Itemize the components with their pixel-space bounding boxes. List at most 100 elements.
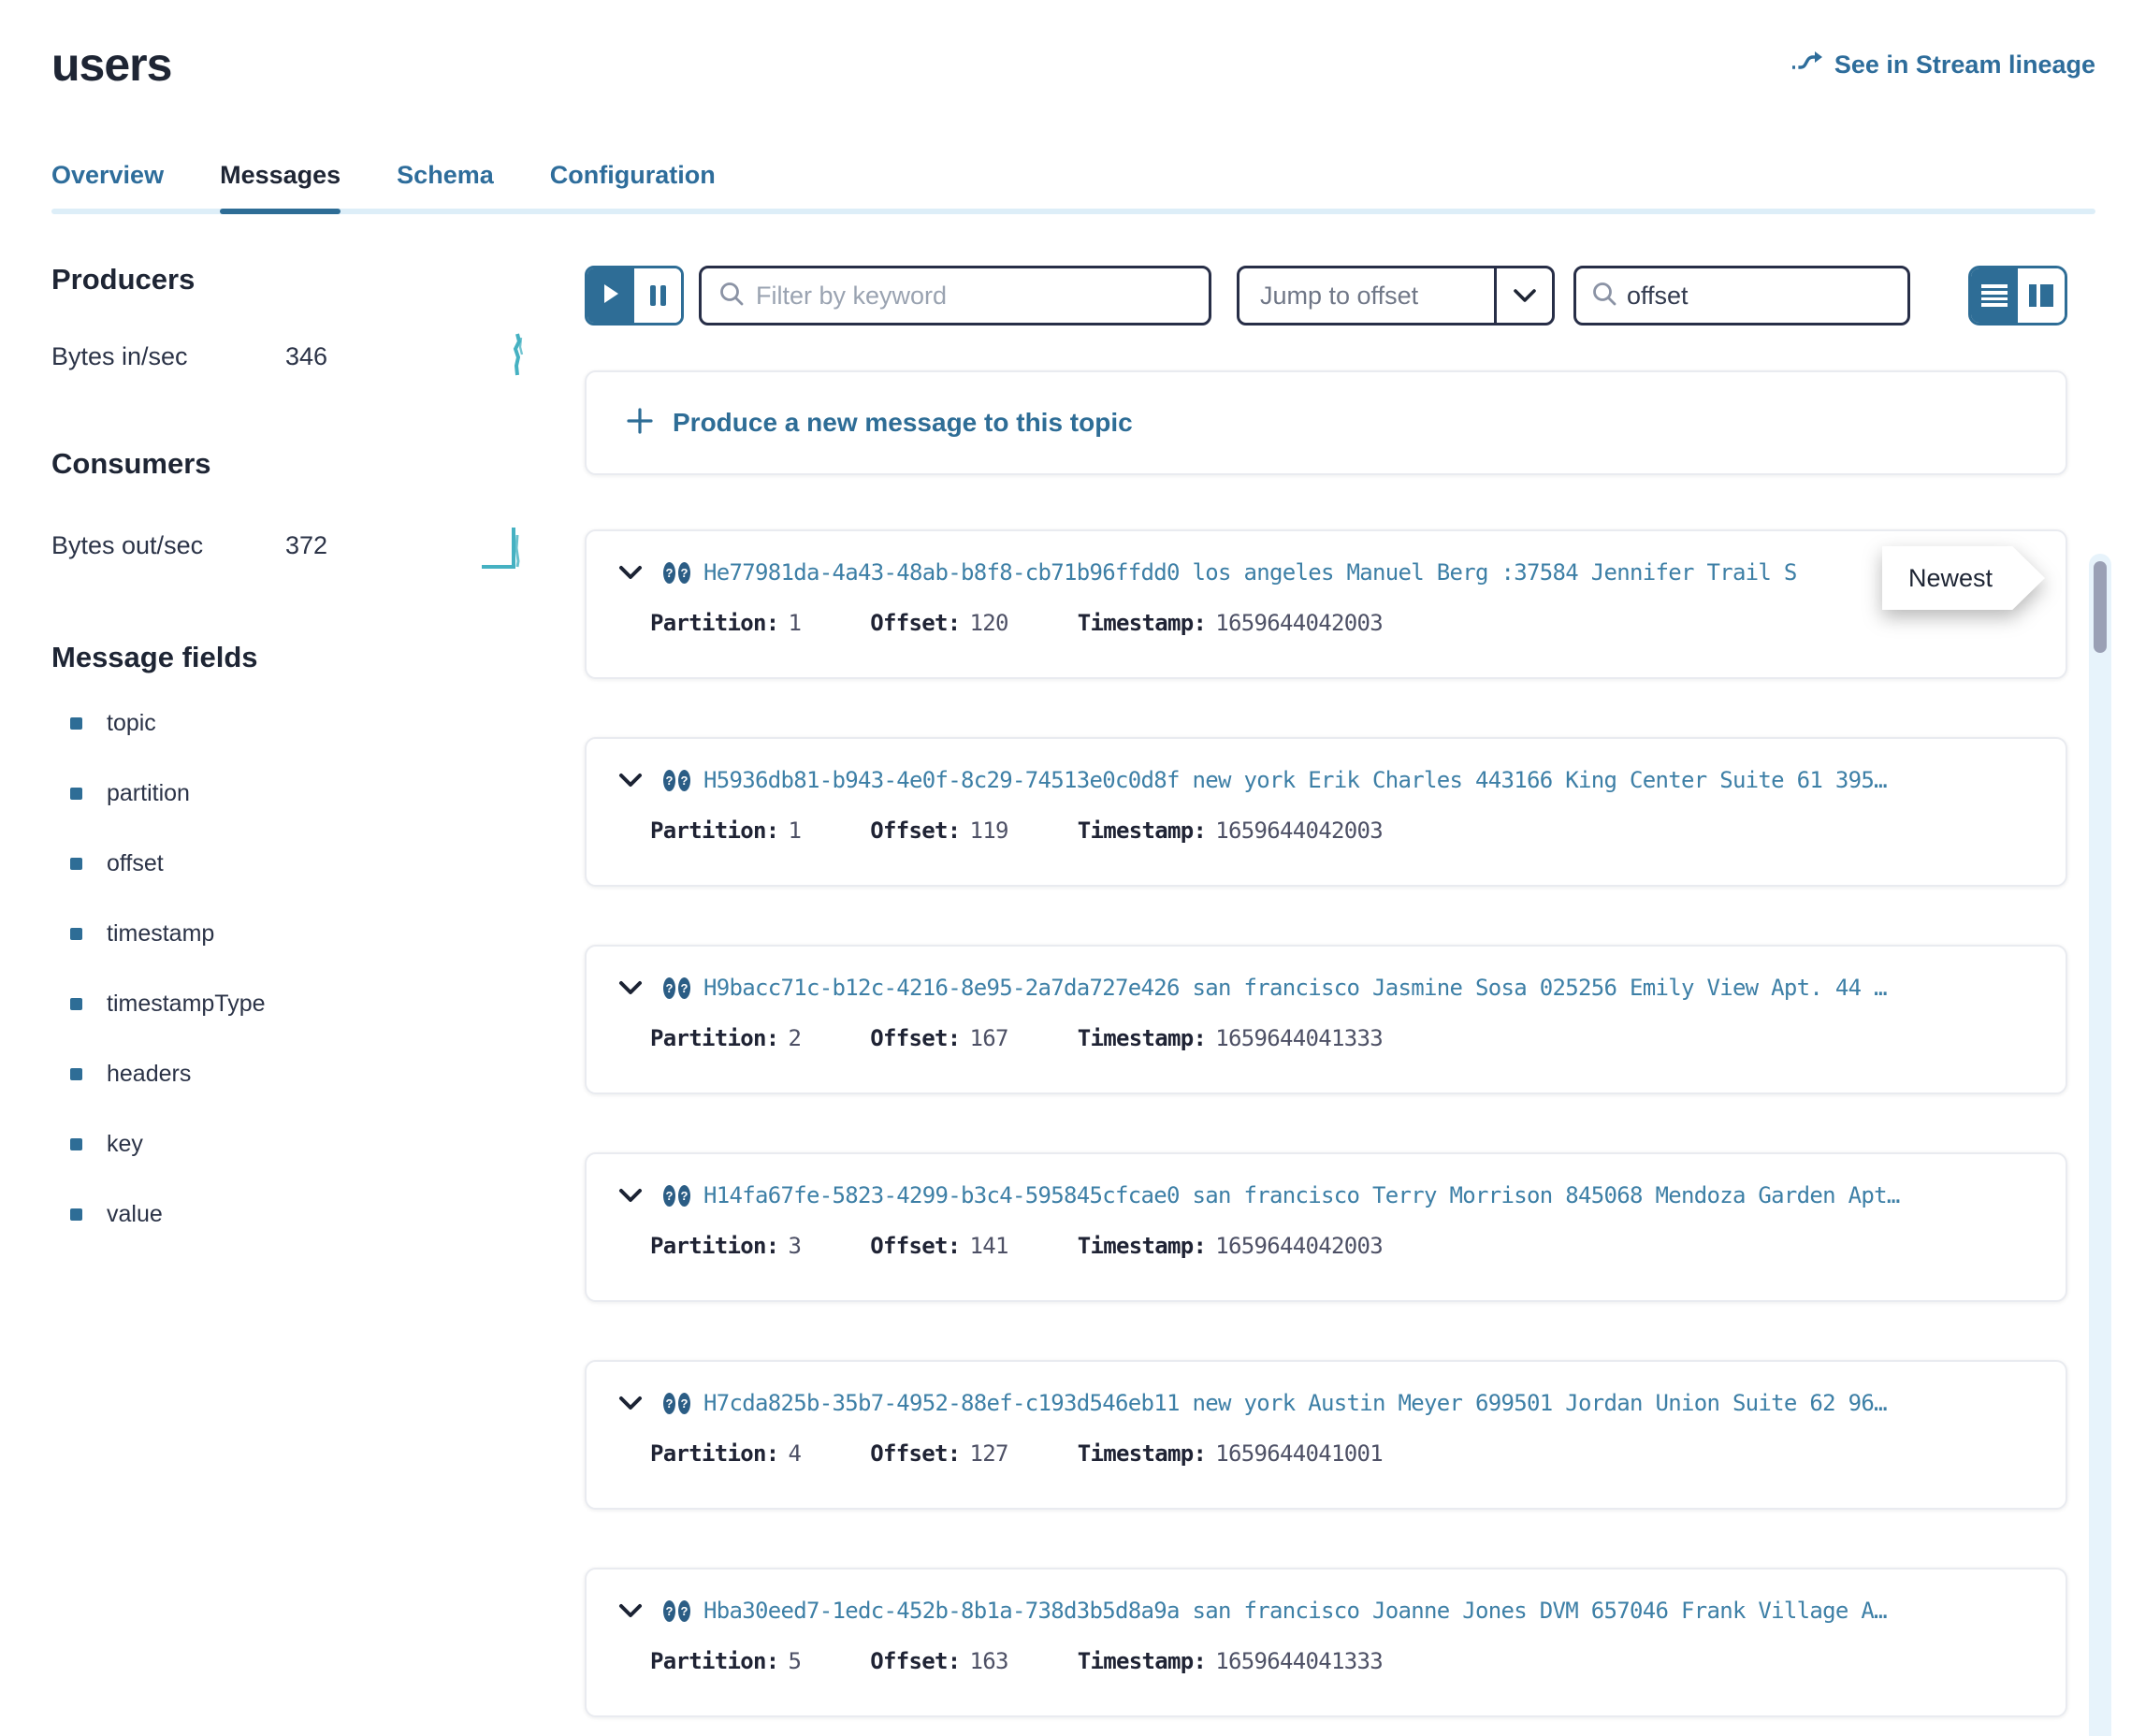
message-row[interactable]: ?? H9bacc71c-b12c-4216-8e95-2a7da727e426… <box>585 945 2067 1094</box>
timestamp-label: Timestamp: <box>1078 1648 1207 1674</box>
filter-keyword-input[interactable] <box>745 282 1209 311</box>
expand-chevron-icon[interactable] <box>618 565 643 580</box>
tab-schema[interactable]: Schema <box>397 161 494 214</box>
message-field-item[interactable]: value <box>70 1201 552 1228</box>
bytes-in-label: Bytes in/sec <box>51 342 285 371</box>
offset-label: Offset: <box>870 1025 960 1051</box>
plus-icon <box>626 407 654 440</box>
tab-configuration[interactable]: Configuration <box>550 161 716 214</box>
timestamp-pair: Timestamp:1659644041001 <box>1078 1440 1383 1467</box>
tab-overview[interactable]: Overview <box>51 161 164 214</box>
message-field-item[interactable]: offset <box>70 850 552 877</box>
offset-pair: Offset:167 <box>870 1025 1008 1051</box>
partition-pair: Partition:4 <box>650 1440 801 1467</box>
offset-value: 141 <box>970 1233 1008 1259</box>
expand-chevron-icon[interactable] <box>618 1396 643 1410</box>
field-label: timestampType <box>107 991 266 1018</box>
tab-bar: Overview Messages Schema Configuration <box>0 161 2131 214</box>
message-key: Hba30eed7-1edc-452b-8b1a-738d3b5d8a9a sa… <box>703 1598 1887 1624</box>
timestamp-pair: Timestamp:1659644042003 <box>1078 1233 1383 1259</box>
message-field-item[interactable]: topic <box>70 710 552 737</box>
field-bullet-icon <box>70 1208 82 1221</box>
partition-pair: Partition:3 <box>650 1233 801 1259</box>
partition-label: Partition: <box>650 817 779 844</box>
field-label: value <box>107 1201 163 1228</box>
message-field-item[interactable]: timestamp <box>70 920 552 948</box>
scrollbar-thumb[interactable] <box>2094 561 2107 653</box>
timestamp-pair: Timestamp:1659644041333 <box>1078 1648 1383 1674</box>
search-icon <box>718 281 745 311</box>
partition-label: Partition: <box>650 1648 779 1674</box>
message-field-item[interactable]: timestampType <box>70 991 552 1018</box>
list-view-button[interactable] <box>1971 268 2018 323</box>
offset-value: 127 <box>970 1440 1008 1467</box>
message-list: ?? He77981da-4a43-48ab-b8f8-cb71b96ffdd0… <box>585 529 2067 1717</box>
play-icon <box>602 282 620 310</box>
timestamp-value: 1659644042003 <box>1215 817 1383 844</box>
jump-select-value: Jump to offset <box>1239 282 1494 311</box>
partition-pair: Partition:2 <box>650 1025 801 1051</box>
message-field-item[interactable]: headers <box>70 1061 552 1088</box>
timestamp-label: Timestamp: <box>1078 610 1207 636</box>
tab-messages[interactable]: Messages <box>220 161 341 214</box>
partition-value: 1 <box>789 610 802 636</box>
message-key-line: ?? H5936db81-b943-4e0f-8c29-74513e0c0d8f… <box>618 767 2039 793</box>
stream-lineage-link[interactable]: See in Stream lineage <box>1791 50 2095 80</box>
expand-chevron-icon[interactable] <box>618 980 643 995</box>
expand-chevron-icon[interactable] <box>618 1188 643 1203</box>
message-meta: Partition:4 Offset: 127 Timestamp:1659644… <box>618 1440 2039 1467</box>
field-bullet-icon <box>70 717 82 730</box>
field-label: offset <box>107 850 164 877</box>
offset-label: Offset: <box>870 610 960 636</box>
offset-value: 120 <box>970 610 1008 636</box>
partition-pair: Partition: 1 <box>650 817 801 844</box>
topic-page: users See in Stream lineage Overview Mes… <box>0 0 2131 1736</box>
timestamp-value: 1659644042003 <box>1215 1233 1383 1259</box>
message-field-item[interactable]: key <box>70 1131 552 1158</box>
message-key-line: ?? H9bacc71c-b12c-4216-8e95-2a7da727e426… <box>618 975 2039 1001</box>
message-row[interactable]: ?? He77981da-4a43-48ab-b8f8-cb71b96ffdd0… <box>585 529 2067 679</box>
timestamp-pair: Timestamp:1659644042003 <box>1078 610 1383 636</box>
scrollbar-track[interactable] <box>2089 554 2111 1736</box>
message-meta: Partition:3 Offset:141 Timestamp:1659644… <box>618 1233 2039 1259</box>
replacement-glyph-icon: ?? <box>663 1393 690 1414</box>
field-label: timestamp <box>107 920 214 948</box>
split-view-button[interactable] <box>2018 268 2065 323</box>
offset-label: Offset: <box>870 1440 960 1467</box>
expand-chevron-icon[interactable] <box>618 1603 643 1618</box>
list-view-icon <box>1981 284 2008 307</box>
partition-pair: Partition:1 <box>650 610 801 636</box>
filter-input-box <box>699 266 1211 326</box>
page-header: users See in Stream lineage <box>0 0 2131 92</box>
messages-toolbar: Jump to offset <box>585 266 2067 326</box>
partition-pair: Partition:5 <box>650 1648 801 1674</box>
message-row[interactable]: ?? Hba30eed7-1edc-452b-8b1a-738d3b5d8a9a… <box>585 1568 2067 1717</box>
replacement-glyph-icon: ?? <box>663 562 690 584</box>
field-bullet-icon <box>70 998 82 1010</box>
jump-to-offset-select[interactable]: Jump to offset <box>1237 266 1555 326</box>
play-button[interactable] <box>587 268 634 323</box>
timestamp-pair: Timestamp:1659644041333 <box>1078 1025 1383 1051</box>
bytes-out-value: 372 <box>285 531 327 560</box>
partition-value: 1 <box>789 817 802 844</box>
offset-label: Offset: <box>870 817 960 844</box>
produce-message-button[interactable]: Produce a new message to this topic <box>585 370 2067 475</box>
expand-chevron-icon[interactable] <box>618 773 643 788</box>
field-bullet-icon <box>70 788 82 800</box>
replacement-glyph-icon: ?? <box>663 977 690 999</box>
message-row[interactable]: ?? H14fa67fe-5823-4299-b3c4-595845cfcae0… <box>585 1152 2067 1302</box>
message-row[interactable]: ?? H5936db81-b943-4e0f-8c29-74513e0c0d8f… <box>585 737 2067 887</box>
message-field-item[interactable]: partition <box>70 780 552 807</box>
offset-label: Offset: <box>870 1648 960 1674</box>
partition-label: Partition: <box>650 1025 779 1051</box>
field-bullet-icon <box>70 858 82 870</box>
message-row[interactable]: ?? H7cda825b-35b7-4952-88ef-c193d546eb11… <box>585 1360 2067 1510</box>
bytes-out-sparkline <box>480 516 529 575</box>
offset-search-input[interactable] <box>1617 282 1958 311</box>
field-bullet-icon <box>70 1138 82 1150</box>
message-meta: Partition:2 Offset:167 Timestamp:1659644… <box>618 1025 2039 1051</box>
sidebar: Producers Bytes in/sec 346 Consumers Byt… <box>0 214 552 1271</box>
pause-button[interactable] <box>634 268 681 323</box>
page-title: users <box>51 37 171 92</box>
partition-label: Partition: <box>650 1233 779 1259</box>
